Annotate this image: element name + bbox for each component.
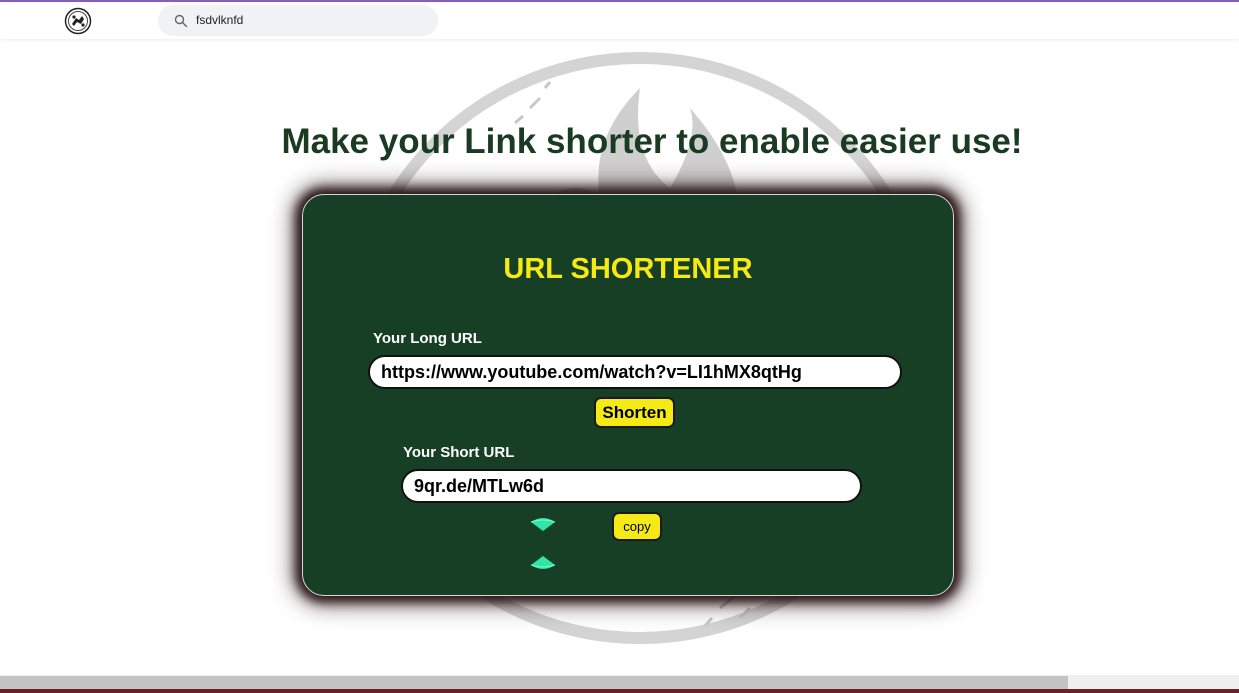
url-shortener-card: URL SHORTENER Your Long URL Shorten Your… (302, 194, 954, 596)
shorten-button[interactable]: Shorten (594, 397, 675, 428)
search-input[interactable] (196, 9, 416, 31)
short-url-output[interactable] (401, 469, 862, 503)
scrollbar-thumb[interactable] (0, 676, 1068, 689)
card-title: URL SHORTENER (503, 253, 753, 285)
search-box[interactable] (158, 5, 438, 36)
top-bar (0, 2, 1239, 39)
search-icon (174, 14, 188, 28)
chain-link-emblem-icon[interactable] (64, 7, 92, 35)
short-url-label: Your Short URL (403, 444, 515, 461)
bottom-edge-bar (0, 689, 1239, 693)
long-url-input[interactable] (368, 355, 902, 389)
gem-up-icon (530, 556, 556, 569)
page-headline: Make your Link shorter to enable easier … (281, 122, 1023, 161)
copy-button[interactable]: copy (612, 512, 662, 541)
gem-down-icon (530, 518, 556, 531)
long-url-label: Your Long URL (373, 330, 482, 347)
